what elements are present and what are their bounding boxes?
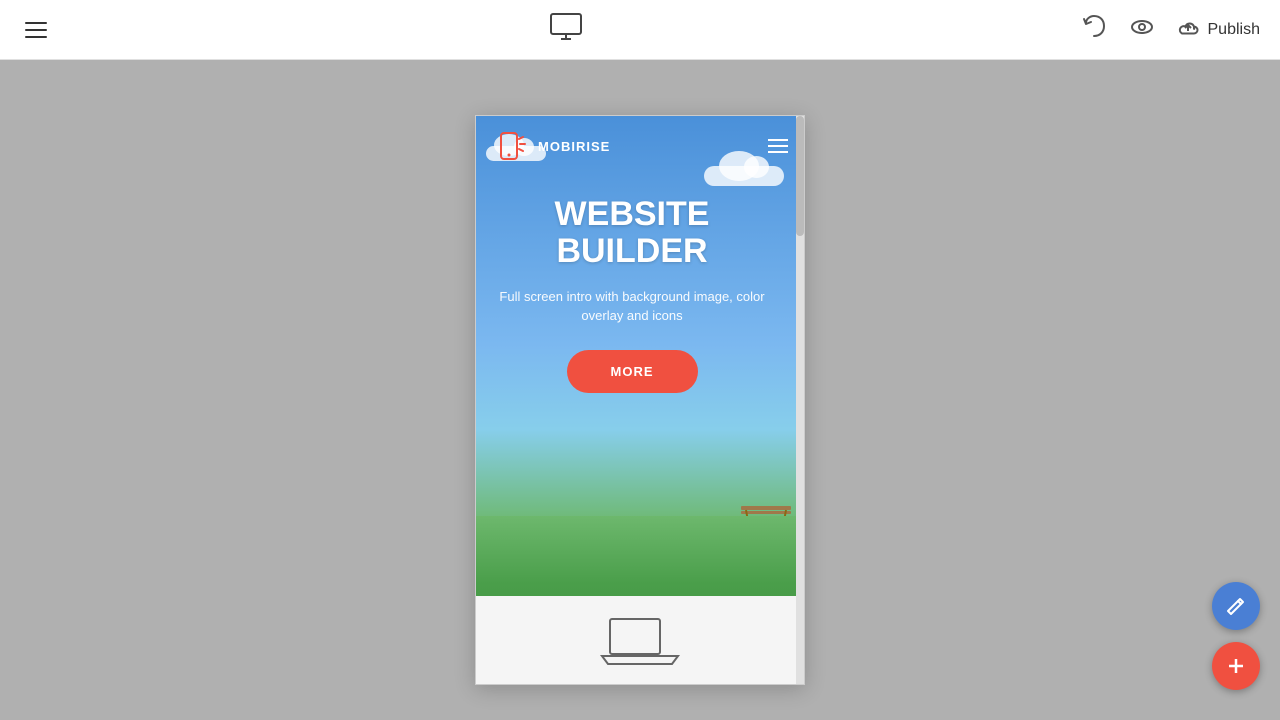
toolbar-left (20, 17, 52, 43)
toolbar-center (548, 9, 584, 50)
site-logo: MOBIRISE (492, 127, 610, 165)
site-bottom-section (476, 596, 804, 684)
hero-title-line1: WEBSITE (555, 195, 710, 233)
site-hero-section: MOBIRISE WEBSITE BUILDER Full screen int… (476, 116, 804, 684)
site-logo-text: MOBIRISE (538, 139, 610, 154)
publish-button[interactable]: Publish (1176, 15, 1260, 44)
hamburger-menu-button[interactable] (20, 17, 52, 43)
cloud-upload-icon (1176, 15, 1200, 44)
logo-icon (492, 127, 530, 165)
toolbar-right: Publish (1080, 13, 1260, 46)
hero-title-line2: BUILDER (556, 232, 707, 270)
device-preview-frame: MOBIRISE WEBSITE BUILDER Full screen int… (475, 115, 805, 685)
publish-label: Publish (1208, 21, 1260, 39)
edit-fab-button[interactable] (1212, 582, 1260, 630)
laptop-outline-icon (600, 614, 680, 669)
toolbar: Publish (0, 0, 1280, 60)
scrollbar-thumb[interactable] (796, 116, 804, 236)
preview-eye-icon[interactable] (1128, 13, 1156, 46)
site-nav-hamburger[interactable] (768, 139, 788, 153)
site-nav: MOBIRISE (476, 116, 804, 176)
fab-container (1212, 582, 1260, 690)
undo-icon[interactable] (1080, 13, 1108, 46)
device-scrollbar[interactable] (796, 116, 804, 684)
add-fab-button[interactable] (1212, 642, 1260, 690)
hero-subtitle: Full screen intro with background image,… (486, 287, 778, 326)
hero-text-area: WEBSITE BUILDER Full screen intro with b… (476, 196, 788, 393)
monitor-icon[interactable] (548, 9, 584, 50)
canvas-area: MOBIRISE WEBSITE BUILDER Full screen int… (0, 60, 1280, 720)
website-content: MOBIRISE WEBSITE BUILDER Full screen int… (476, 116, 804, 684)
hero-title: WEBSITE BUILDER (486, 196, 778, 271)
hero-more-button[interactable]: MORE (567, 350, 698, 393)
